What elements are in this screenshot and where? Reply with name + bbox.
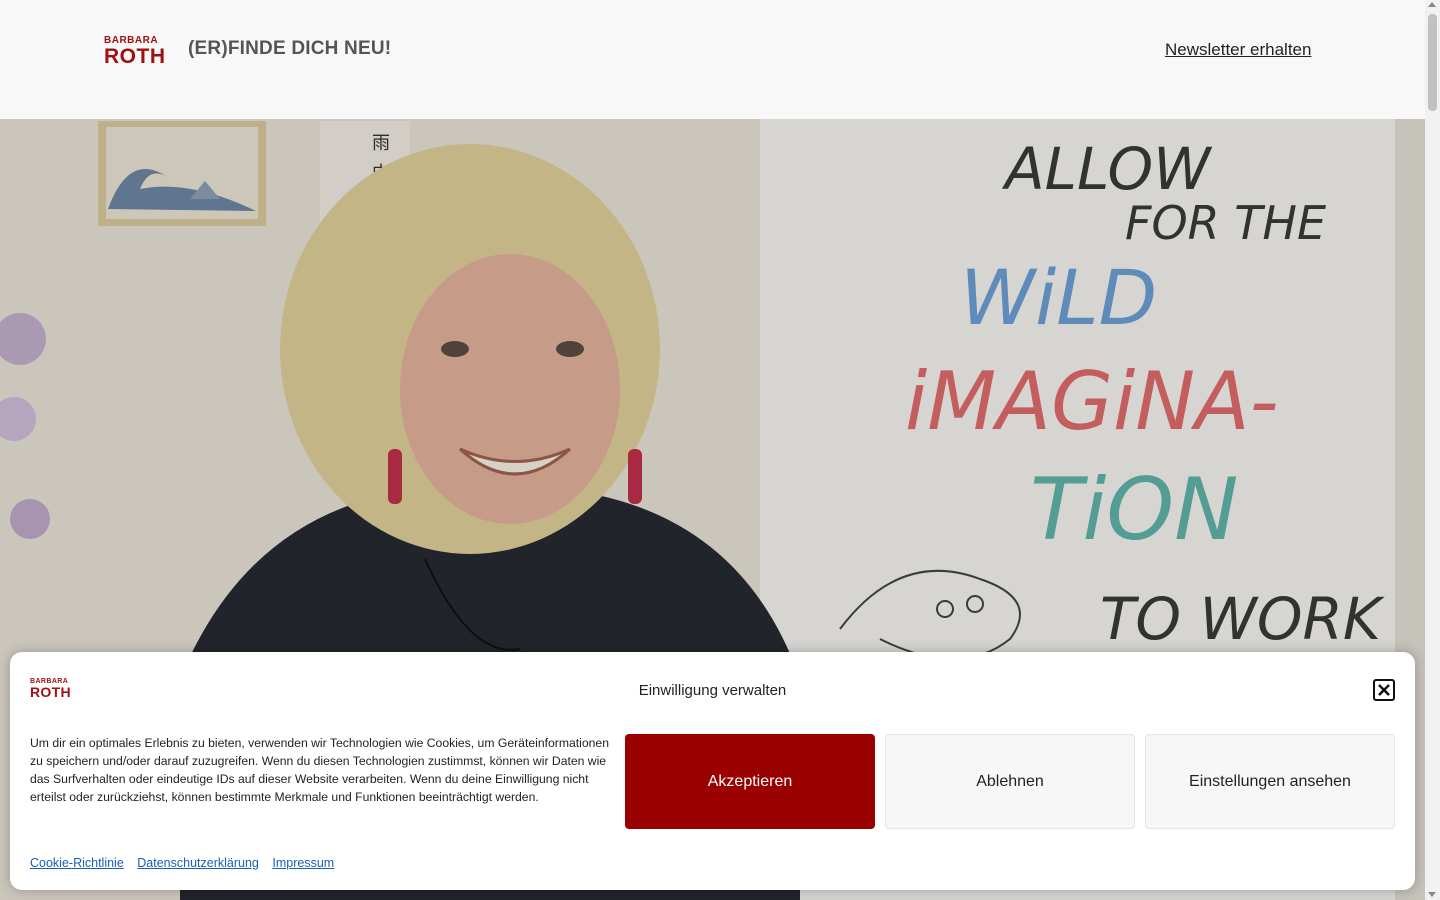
site-logo[interactable]: BARBARA ROTH xyxy=(104,36,166,68)
close-icon xyxy=(1378,684,1390,696)
close-button[interactable] xyxy=(1373,679,1395,701)
scroll-thumb[interactable] xyxy=(1428,14,1437,111)
site-header: BARBARA ROTH (ER)FINDE DICH NEU! Newslet… xyxy=(0,0,1425,119)
cookie-banner-title: Einwilligung verwalten xyxy=(638,682,787,699)
accept-button[interactable]: Akzeptieren xyxy=(625,734,875,829)
cookie-banner-text: Um dir ein optimales Erlebnis zu bieten,… xyxy=(30,736,609,804)
view-settings-button[interactable]: Einstellungen ansehen xyxy=(1145,734,1395,829)
logo-bottom-text: ROTH xyxy=(104,45,166,68)
scroll-up-arrow-icon[interactable] xyxy=(1428,2,1436,7)
privacy-policy-link[interactable]: Datenschutzerklärung xyxy=(137,856,259,870)
cookie-links: Cookie-Richtlinie Datenschutzerklärung I… xyxy=(30,856,344,870)
scroll-down-arrow-icon[interactable] xyxy=(1428,892,1436,897)
cookie-policy-link[interactable]: Cookie-Richtlinie xyxy=(30,856,124,870)
imprint-link[interactable]: Impressum xyxy=(272,856,334,870)
deny-button[interactable]: Ablehnen xyxy=(885,734,1135,829)
cookie-consent-banner: BARBARA ROTH Einwilligung verwalten Um d… xyxy=(10,652,1415,890)
site-tagline: (ER)FINDE DICH NEU! xyxy=(188,38,392,59)
page-scrollbar[interactable] xyxy=(1425,0,1440,900)
newsletter-link[interactable]: Newsletter erhalten xyxy=(1165,40,1311,60)
